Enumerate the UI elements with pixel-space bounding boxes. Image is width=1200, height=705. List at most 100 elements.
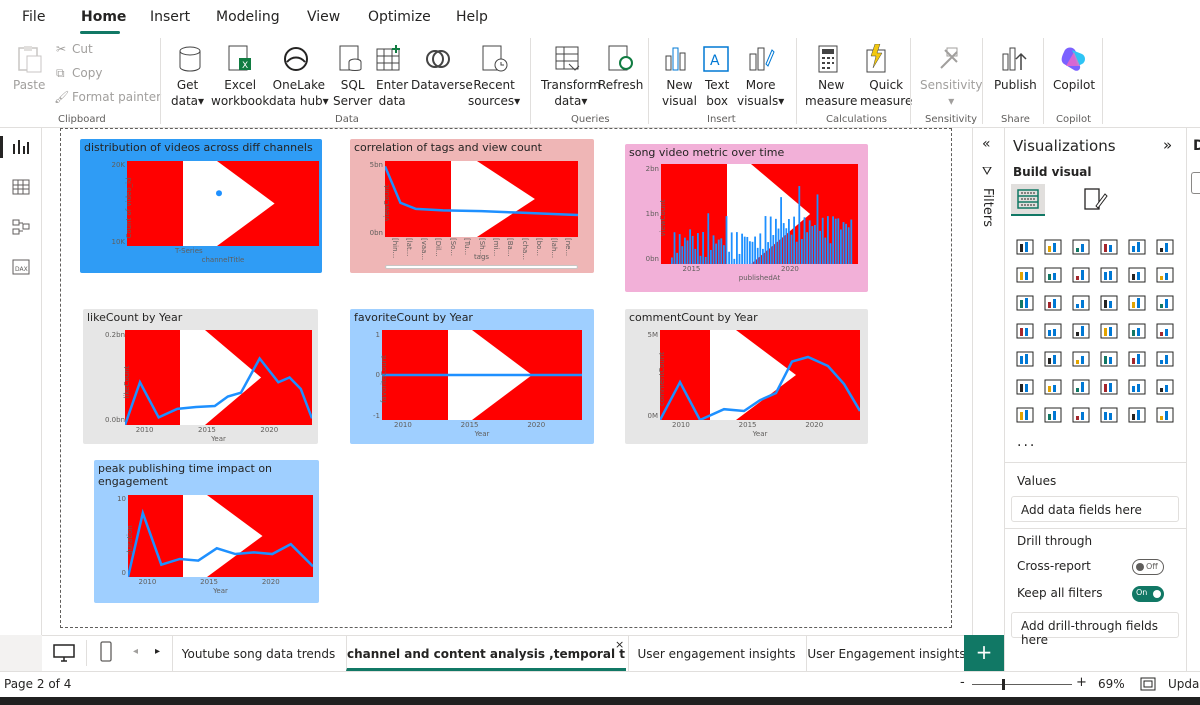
line-chart-icon[interactable]	[1015, 266, 1035, 284]
area-chart-icon[interactable]	[1043, 266, 1063, 284]
clustered-column-chart-icon[interactable]	[1099, 238, 1119, 256]
scroll-right-icon[interactable]: ▸	[155, 646, 160, 657]
scroll-left-icon[interactable]: ◂	[133, 646, 138, 657]
refresh-button[interactable]: Refresh	[598, 77, 643, 93]
new-measure-button[interactable]: New measure	[805, 77, 857, 109]
collapse-filters-icon[interactable]: «	[982, 136, 991, 152]
zoom-slider-thumb[interactable]	[1002, 679, 1005, 690]
map-icon[interactable]	[1043, 322, 1063, 340]
get-data-button[interactable]: Get data▾	[171, 77, 204, 109]
python-visual-icon[interactable]	[1015, 378, 1035, 396]
line-and-stacked-column-icon[interactable]	[1127, 266, 1147, 284]
donut-chart-icon[interactable]	[1155, 294, 1175, 312]
funnel-chart-icon[interactable]	[1071, 294, 1091, 312]
sensitivity-button[interactable]: Sensitivity ▾	[920, 77, 982, 109]
copy-button[interactable]: Copy	[72, 66, 102, 80]
waterfall-chart-icon[interactable]	[1043, 294, 1063, 312]
clustered-bar-chart-icon[interactable]	[1071, 238, 1091, 256]
stacked-column-chart-icon[interactable]	[1043, 238, 1063, 256]
visual-card[interactable]: favoriteCount by Year favoriteCount Year 1 0…	[350, 309, 594, 444]
100-stacked-area-chart-icon[interactable]	[1099, 266, 1119, 284]
scatter-chart-icon[interactable]	[1099, 294, 1119, 312]
excel-workbook-button[interactable]: Excel workbook	[211, 77, 269, 109]
line-and-clustered-column-icon[interactable]	[1155, 266, 1175, 284]
multi-row-card-icon[interactable]	[1015, 350, 1035, 368]
gauge-icon[interactable]	[1127, 322, 1147, 340]
menu-home[interactable]: Home	[81, 9, 126, 25]
quick-measure-button[interactable]: Quick measure	[860, 77, 912, 109]
visual-card[interactable]: distribution of videos across diff chann…	[80, 139, 322, 273]
desktop-layout-icon[interactable]	[53, 643, 75, 663]
copilot-button[interactable]: Copilot	[1053, 77, 1095, 93]
onelake-data-hub-button[interactable]: OneLake data hub▾	[269, 77, 329, 109]
drill-through-drop-zone[interactable]: Add drill-through fields here	[1011, 612, 1179, 647]
power-automate-icon[interactable]	[1127, 406, 1147, 424]
transform-data-button[interactable]: Transform data▾	[541, 77, 601, 109]
visual-card[interactable]: peak publishing time impact on engagemen…	[94, 460, 319, 603]
report-view-icon[interactable]	[11, 138, 31, 156]
mobile-layout-icon[interactable]	[100, 641, 112, 663]
r-script-visual-icon[interactable]	[1155, 350, 1175, 368]
visual-card[interactable]: correlation of tags and view count viewCo…	[350, 139, 594, 273]
recent-sources-button[interactable]: Recent sources▾	[468, 77, 520, 109]
tab-user-engagement-insights[interactable]: User engagement insights	[628, 636, 804, 671]
filters-pane-collapsed[interactable]: « ⛛ Filters	[972, 128, 1004, 635]
smart-narrative-icon[interactable]	[1127, 378, 1147, 396]
zoom-slider[interactable]	[972, 684, 1072, 685]
more-visuals-ellipsis[interactable]: ...	[1017, 434, 1036, 450]
100-stacked-column-chart-icon[interactable]	[1155, 238, 1175, 256]
visual-card[interactable]: commentCount by Year commentCount Year 5M 0M…	[625, 309, 868, 444]
table-icon[interactable]	[1099, 350, 1119, 368]
ribbon-chart-icon[interactable]	[1015, 294, 1035, 312]
tab-channel-content-analysis[interactable]: channel and content analysis ,temporal t…	[346, 636, 626, 671]
visual-card[interactable]: song video metric over time viewCount publ…	[625, 144, 868, 292]
more-icon[interactable]	[1155, 406, 1175, 424]
fit-to-page-icon[interactable]	[1140, 677, 1156, 691]
key-influencers-icon[interactable]	[1043, 378, 1063, 396]
zoom-in-button[interactable]: +	[1076, 675, 1087, 690]
paginated-report-icon[interactable]	[1015, 406, 1035, 424]
enter-data-button[interactable]: Enter data	[376, 77, 408, 109]
100-stacked-bar-chart-icon[interactable]	[1127, 238, 1147, 256]
dataverse-button[interactable]: Dataverse	[411, 77, 473, 93]
cross-report-toggle[interactable]: Off	[1132, 559, 1164, 575]
power-apps-icon[interactable]	[1099, 406, 1119, 424]
model-view-icon[interactable]	[11, 218, 31, 236]
card-icon[interactable]	[1155, 322, 1175, 340]
button-slicer-icon[interactable]	[1071, 406, 1091, 424]
card-new-icon[interactable]	[1043, 406, 1063, 424]
slicer-icon[interactable]	[1071, 350, 1091, 368]
dax-query-view-icon[interactable]: DAX	[11, 258, 31, 276]
menu-help[interactable]: Help	[456, 9, 488, 25]
keep-all-filters-toggle[interactable]: On	[1132, 586, 1164, 602]
horizontal-scrollbar[interactable]	[385, 265, 578, 269]
data-search-box[interactable]	[1191, 172, 1200, 194]
menu-insert[interactable]: Insert	[150, 9, 190, 25]
format-painter-button[interactable]: Format painter	[72, 90, 161, 104]
stacked-bar-chart-icon[interactable]	[1015, 238, 1035, 256]
text-box-button[interactable]: Text box	[705, 77, 729, 109]
tab-user-engagement-insights-2[interactable]: User Engagement insights	[806, 636, 966, 671]
format-visual-icon[interactable]	[1082, 186, 1108, 212]
matrix-icon[interactable]	[1127, 350, 1147, 368]
menu-file[interactable]: File	[22, 9, 45, 25]
qa-icon[interactable]	[1099, 378, 1119, 396]
menu-view[interactable]: View	[307, 9, 340, 25]
menu-optimize[interactable]: Optimize	[368, 9, 431, 25]
zoom-out-button[interactable]: -	[960, 675, 965, 690]
sql-server-button[interactable]: SQL Server	[333, 77, 372, 109]
metrics-icon[interactable]	[1155, 378, 1175, 396]
publish-button[interactable]: Publish	[994, 77, 1037, 93]
add-page-button[interactable]: +	[964, 635, 1004, 671]
decomposition-tree-icon[interactable]	[1071, 378, 1091, 396]
build-visual-tab[interactable]	[1011, 184, 1045, 216]
cut-button[interactable]: Cut	[72, 42, 93, 56]
data-pane-collapsed[interactable]: D	[1186, 128, 1200, 675]
more-visuals-button[interactable]: More visuals▾	[737, 77, 784, 109]
expand-pane-icon[interactable]: »	[1163, 136, 1172, 154]
stacked-area-chart-icon[interactable]	[1071, 266, 1091, 284]
filled-map-icon[interactable]	[1071, 322, 1091, 340]
treemap-icon[interactable]	[1015, 322, 1035, 340]
table-view-icon[interactable]	[11, 178, 31, 196]
azure-map-icon[interactable]	[1099, 322, 1119, 340]
